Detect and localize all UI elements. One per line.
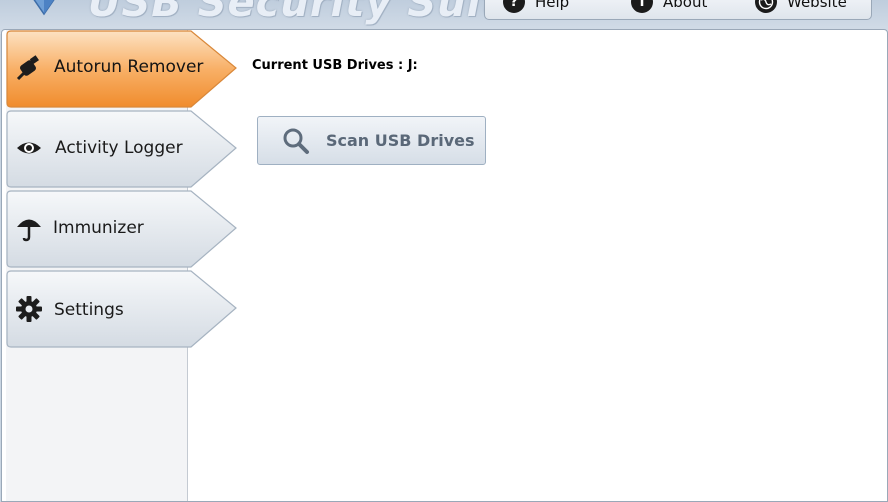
umbrella-icon [17,219,41,242]
info-icon: i [631,0,653,13]
help-label: Help [535,0,570,11]
sidebar-item-label: Settings [54,300,124,320]
current-usb-drives-label: Current USB Drives : J: [252,58,418,73]
scan-usb-drives-button[interactable]: Scan USB Drives [257,116,486,165]
sidebar-item-settings[interactable]: Settings [6,270,237,348]
scan-button-label: Scan USB Drives [326,131,475,150]
sidebar-item-label: Immunizer [53,218,144,238]
gear-icon [16,296,42,322]
help-button[interactable]: ? Help [503,0,569,14]
app-logo-icon [22,0,66,16]
eye-icon [17,142,41,154]
website-button[interactable]: Website [755,0,847,14]
sidebar-item-immunizer[interactable]: Immunizer [6,190,237,268]
sidebar-item-autorun-remover[interactable]: Autorun Remover [6,30,237,108]
globe-icon [755,0,777,13]
about-button[interactable]: i About [631,0,707,14]
question-icon: ? [503,0,525,13]
website-label: Website [787,0,847,11]
sidebar-item-label: Autorun Remover [54,57,204,77]
sidebar-item-activity-logger[interactable]: Activity Logger [6,110,237,188]
sidebar-item-label: Activity Logger [55,138,183,158]
about-label: About [663,0,708,11]
usb-plug-icon [16,55,39,81]
app-title: USB Security Suite [88,0,530,26]
top-toolbar: ? Help i About Website [484,0,872,20]
magnifier-icon [283,128,309,154]
